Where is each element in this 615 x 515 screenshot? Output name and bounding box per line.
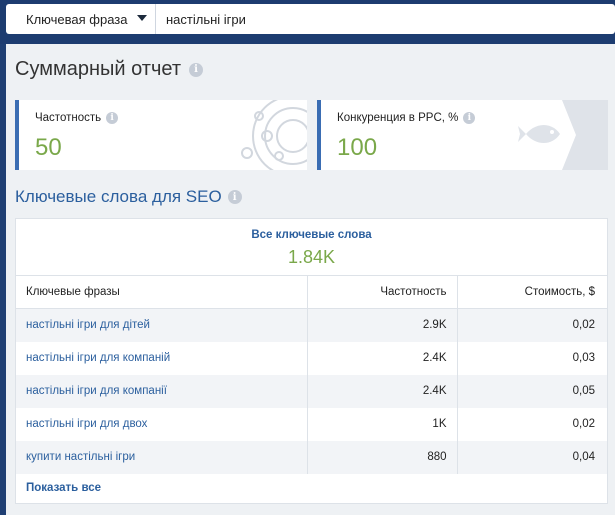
frequency-cell: 880 [306, 440, 457, 474]
frequency-cell: 1K [306, 407, 457, 441]
table-row: настільні ігри для дітей 2.9K 0,02 [16, 308, 607, 342]
search-type-select[interactable]: Ключевая фраза [6, 4, 156, 34]
fish-icon [518, 100, 608, 170]
phrase-cell: купити настільні ігри [16, 440, 307, 474]
frequency-label: Частотность i [35, 112, 119, 124]
column-header-frequency[interactable]: Частотность [306, 275, 457, 309]
radar-icon [241, 100, 307, 170]
phrase-cell: настільні ігри для компаній [16, 342, 307, 375]
top-bar: Ключевая фраза [0, 0, 615, 44]
keyword-link[interactable]: купити настільні ігри [26, 451, 135, 463]
chevron-down-icon [137, 15, 147, 21]
info-icon[interactable]: i [106, 112, 119, 124]
info-icon[interactable]: i [463, 112, 476, 124]
all-keywords-label[interactable]: Все ключевые слова [16, 229, 607, 241]
cost-cell: 0,02 [456, 308, 607, 342]
column-header-phrases[interactable]: Ключевые фразы [16, 275, 307, 309]
cost-cell: 0,04 [456, 440, 607, 474]
page-title-text: Суммарный отчет [15, 58, 181, 80]
main-content: Суммарный отчет i Частотность i 50 Конку… [6, 44, 615, 515]
table-row: купити настільні ігри 880 0,04 [16, 440, 607, 474]
table-row: настільні ігри для двох 1K 0,02 [16, 407, 607, 441]
page-title: Суммарный отчет i [15, 58, 203, 81]
all-keywords-count: 1.84K [287, 247, 336, 267]
ppc-competition-card: Конкуренция в PPC, % i 100 [317, 100, 608, 170]
keyword-link[interactable]: настільні ігри для компаній [26, 352, 170, 364]
search-input[interactable] [156, 4, 615, 34]
table-header-row: Ключевые фразы Частотность Стоимость, $ [16, 275, 607, 309]
keyword-link[interactable]: настільні ігри для компанії [26, 385, 167, 397]
keyword-link[interactable]: настільні ігри для дітей [26, 319, 150, 331]
cost-cell: 0,02 [456, 407, 607, 441]
frequency-cell: 2.4K [306, 341, 457, 375]
frequency-cell: 2.9K [306, 308, 457, 342]
frequency-cell: 2.4K [306, 374, 457, 408]
phrase-cell: настільні ігри для компанії [16, 374, 307, 408]
frequency-label-text: Частотность [35, 112, 102, 124]
keywords-table: Ключевые фразы Частотность Стоимость, $ … [16, 275, 607, 474]
info-icon[interactable]: i [189, 62, 203, 77]
info-icon[interactable]: i [227, 190, 242, 204]
keyword-link[interactable]: настільні ігри для двох [26, 418, 147, 430]
seo-section-title: Ключевые слова для SEO i [15, 187, 242, 207]
show-all-link[interactable]: Показать все [26, 482, 101, 494]
ppc-competition-label: Конкуренция в PPC, % i [337, 112, 476, 124]
seo-title-text: Ключевые слова для SEO [15, 187, 222, 206]
seo-keywords-panel: Все ключевые слова 1.84K Ключевые фразы … [15, 218, 608, 504]
search-bar: Ключевая фраза [6, 4, 615, 34]
cost-cell: 0,05 [456, 374, 607, 408]
table-row: настільні ігри для компаній 2.4K 0,03 [16, 341, 607, 375]
frequency-card: Частотность i 50 [15, 100, 307, 170]
ppc-competition-value: 100 [337, 134, 378, 161]
cost-cell: 0,03 [456, 341, 607, 375]
table-row: настільні ігри для компанії 2.4K 0,05 [16, 374, 607, 408]
ppc-competition-label-text: Конкуренция в PPC, % [337, 112, 459, 124]
search-type-label: Ключевая фраза [26, 11, 128, 27]
phrase-cell: настільні ігри для двох [16, 408, 307, 441]
frequency-value: 50 [35, 134, 62, 161]
column-header-cost[interactable]: Стоимость, $ [456, 275, 607, 309]
phrase-cell: настільні ігри для дітей [16, 308, 307, 342]
